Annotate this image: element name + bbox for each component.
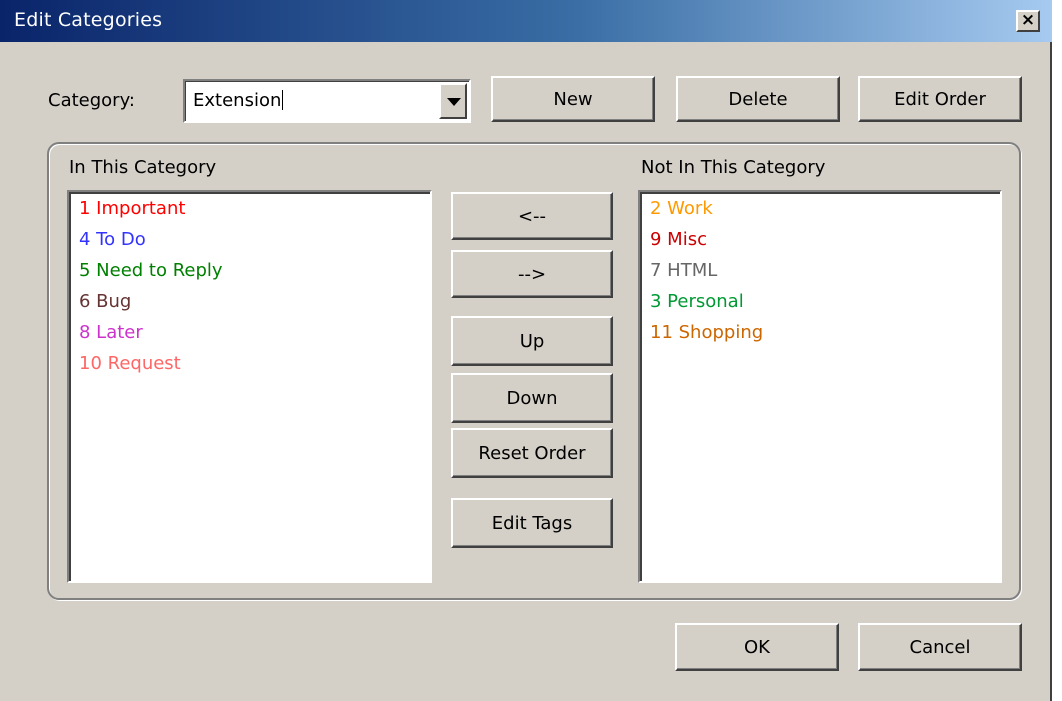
in-category-list[interactable]: 1 Important 4 To Do 5 Need to Reply 6 Bug 8 …: [67, 190, 432, 583]
list-item[interactable]: 8 Later: [79, 323, 430, 354]
edit-categories-dialog: Edit Categories × Category: Extension Ne…: [0, 0, 1052, 701]
list-item[interactable]: 5 Need to Reply: [79, 261, 430, 292]
list-item[interactable]: 6 Bug: [79, 292, 430, 323]
new-button[interactable]: New: [491, 76, 655, 122]
list-item[interactable]: 4 To Do: [79, 230, 430, 261]
edit-tags-button[interactable]: Edit Tags: [451, 498, 613, 548]
title-bar[interactable]: Edit Categories ×: [0, 0, 1052, 42]
dialog-title: Edit Categories: [14, 9, 163, 31]
reset-order-button[interactable]: Reset Order: [451, 428, 613, 478]
category-input[interactable]: Extension: [193, 90, 284, 111]
list-item[interactable]: 11 Shopping: [650, 323, 1000, 354]
delete-button[interactable]: Delete: [676, 76, 840, 122]
add-to-category-button[interactable]: <--: [451, 192, 613, 240]
category-combobox[interactable]: Extension: [183, 79, 471, 123]
in-category-heading: In This Category: [69, 157, 217, 178]
list-item[interactable]: 9 Misc: [650, 230, 1000, 261]
up-button[interactable]: Up: [451, 316, 613, 366]
list-item[interactable]: 10 Request: [79, 354, 430, 385]
category-label: Category:: [48, 90, 135, 111]
ok-button[interactable]: OK: [675, 623, 839, 671]
text-caret: [282, 90, 284, 110]
list-item[interactable]: 7 HTML: [650, 261, 1000, 292]
list-item[interactable]: 1 Important: [79, 199, 430, 230]
chevron-down-icon[interactable]: [439, 83, 467, 119]
remove-from-category-button[interactable]: -->: [451, 250, 613, 298]
close-icon[interactable]: ×: [1016, 10, 1040, 32]
edit-order-button[interactable]: Edit Order: [858, 76, 1022, 122]
list-item[interactable]: 3 Personal: [650, 292, 1000, 323]
not-in-category-list[interactable]: 2 Work 9 Misc 7 HTML 3 Personal 11 Shopping: [638, 190, 1002, 583]
cancel-button[interactable]: Cancel: [858, 623, 1022, 671]
not-in-category-heading: Not In This Category: [641, 157, 826, 178]
list-item[interactable]: 2 Work: [650, 199, 1000, 230]
category-value: Extension: [193, 90, 282, 111]
down-button[interactable]: Down: [451, 373, 613, 423]
